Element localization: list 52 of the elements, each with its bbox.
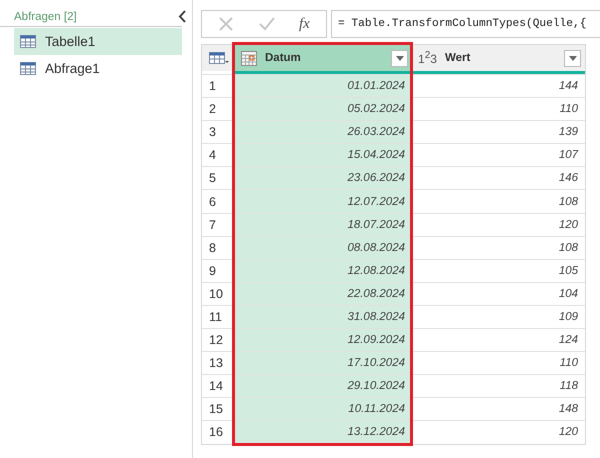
table-cell: 13.12.2024 (235, 421, 412, 444)
table-cell: 08.08.2024 (235, 236, 412, 259)
table-cell: 17.10.2024 (235, 352, 412, 374)
column-header[interactable]: 1$^{2}$3 Wert (412, 45, 585, 71)
table-icon (20, 35, 36, 48)
formula-field[interactable]: = Table.TransformColumnTypes(Quelle,{ (331, 10, 600, 38)
query-item[interactable]: Tabelle1 (14, 28, 182, 55)
table-cell: 12.09.2024 (235, 329, 412, 352)
table-cell: 110 (412, 352, 585, 374)
table-cell: 120 (412, 421, 585, 444)
table-cell: 05.02.2024 (235, 98, 412, 120)
table-cell: 12.07.2024 (235, 190, 412, 213)
calendar-icon (241, 50, 257, 66)
table-cell: 01.01.2024 (235, 75, 412, 98)
filter-dropdown-button[interactable] (564, 50, 581, 66)
table-cell: 31.08.2024 (235, 306, 412, 328)
table-icon (20, 62, 36, 75)
table-cell: 107 (412, 144, 585, 166)
table-cell: 105 (412, 260, 585, 282)
table-cell: 26.03.2024 (235, 121, 412, 144)
table-cell: 108 (412, 236, 585, 259)
caret-icon (396, 56, 404, 60)
table-cell: 118 (412, 375, 585, 398)
table-cell: 146 (412, 167, 585, 190)
table-cell: 144 (412, 75, 585, 98)
table-cell: 148 (412, 398, 585, 420)
table-cell: 120 (412, 214, 585, 236)
query-item[interactable]: Abfrage1 (14, 55, 182, 82)
column-header[interactable]: Datum (235, 45, 412, 71)
table-cell: 10.11.2024 (235, 398, 412, 420)
table-cell: 18.07.2024 (235, 214, 412, 236)
table-cell: 108 (412, 190, 585, 213)
table-cell: 139 (412, 121, 585, 144)
fx-button[interactable]: fx (298, 16, 310, 32)
table-cell: 109 (412, 306, 585, 328)
table-cell: 124 (412, 329, 585, 352)
table-cell: 110 (412, 98, 585, 120)
table-cell: 29.10.2024 (235, 375, 412, 398)
column-name: Wert (444, 52, 472, 64)
collapse-chevron-icon[interactable] (178, 10, 187, 23)
table-cell: 22.08.2024 (235, 282, 412, 305)
table-cell: 12.08.2024 (235, 260, 412, 282)
number-type-label: 1$^{2}$3 (418, 50, 437, 66)
filter-dropdown-button[interactable] (391, 50, 408, 66)
table-menu-icon (208, 52, 228, 64)
caret-icon (568, 56, 576, 60)
check-icon[interactable] (258, 17, 275, 31)
table-cell: 23.06.2024 (235, 167, 412, 190)
table-cell: 15.04.2024 (235, 144, 412, 166)
column-name: Datum (265, 52, 302, 64)
queries-title: Abfragen [2] (14, 10, 77, 22)
table-cell: 104 (412, 282, 585, 305)
